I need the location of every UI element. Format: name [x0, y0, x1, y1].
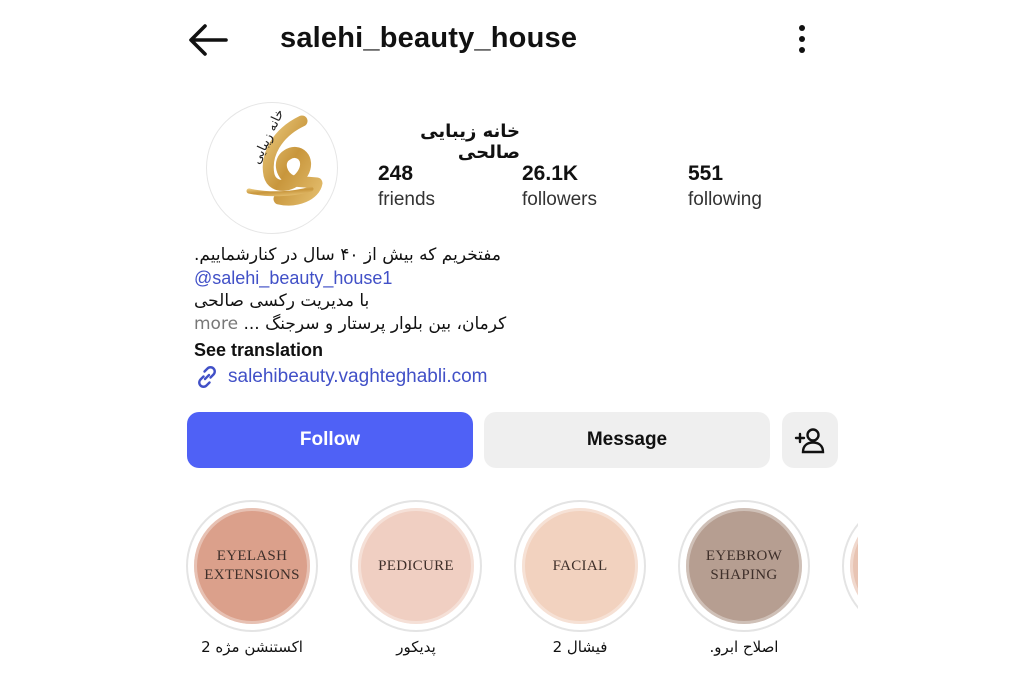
story-highlight-eyelash[interactable]: EYELASH EXTENSIONS اکستنشن مژه 2: [186, 500, 318, 656]
beauty-house-logo: خانه زیبایی: [246, 107, 323, 206]
highlight-label: اکستنشن مژه 2: [201, 638, 303, 656]
highlight-ring: EYEBROW SHAPING: [678, 500, 810, 632]
story-highlight-pedicure[interactable]: PEDICURE پدیکور: [350, 500, 482, 656]
stat-friends-value: 248: [378, 162, 414, 185]
see-translation-link[interactable]: See translation: [194, 340, 323, 361]
highlight-ring: PEDICURE: [350, 500, 482, 632]
stat-followers[interactable]: 26.1K followers: [522, 162, 597, 211]
highlight-cover: EYELASH EXTENSIONS: [194, 508, 310, 624]
highlight-ring: EYELASH EXTENSIONS: [186, 500, 318, 632]
highlight-cover-line-1: FACIAL: [552, 557, 608, 574]
highlight-cover: FACIAL: [522, 508, 638, 624]
highlight-cover-line-1: EYEBROW: [705, 548, 783, 564]
highlight-ring: FACIAL: [514, 500, 646, 632]
person-add-icon: [794, 428, 825, 454]
bio-line-1: مفتخریم که بیش از ۴۰ سال در کنارشماییم.: [194, 245, 502, 265]
arrow-left-icon: [189, 24, 228, 56]
highlight-label: فیشال 2: [552, 638, 608, 656]
follow-button[interactable]: Follow: [187, 412, 473, 468]
story-highlight-facial[interactable]: FACIAL فیشال 2: [514, 500, 646, 656]
highlight-label: پدیکور: [396, 638, 436, 656]
highlight-cover-line-1: PEDICURE: [378, 557, 454, 574]
profile-header: salehi_beauty_house: [0, 0, 1024, 80]
highlight-cover: PEDICURE: [358, 508, 474, 624]
stat-followers-label: followers: [522, 189, 597, 210]
highlight-label: اصلاح ابرو.: [709, 638, 779, 656]
message-button[interactable]: Message: [484, 412, 770, 468]
profile-bio: مفتخریم که بیش از ۴۰ سال در کنارشماییم. …: [194, 244, 534, 336]
profile-username: salehi_beauty_house: [280, 22, 578, 54]
bio-more-link[interactable]: more: [194, 314, 238, 334]
suggest-people-button[interactable]: [782, 412, 838, 468]
link-icon: [198, 366, 216, 388]
stat-following[interactable]: 551 following: [688, 162, 762, 211]
story-highlight-eyebrow[interactable]: EYEBROW SHAPING اصلاح ابرو.: [678, 500, 810, 656]
highlight-cover: [850, 508, 858, 624]
highlight-ring: [842, 500, 858, 632]
highlight-cover-line-1: EYELASH: [216, 548, 288, 564]
profile-avatar[interactable]: خانه زیبایی: [206, 102, 338, 234]
bio-line-3: با مدیریت رکسی صالحی: [194, 291, 370, 311]
highlight-cover-line-2: SHAPING: [710, 567, 778, 583]
bio-line-4: کرمان، بین بلوار پرستار و سرجنگ ... more: [194, 313, 534, 336]
back-button[interactable]: [186, 20, 230, 60]
story-highlight-partial[interactable]: [842, 500, 858, 632]
stat-following-label: following: [688, 189, 762, 210]
stat-followers-value: 26.1K: [522, 162, 579, 185]
more-options-button[interactable]: [788, 22, 816, 58]
stat-following-value: 551: [688, 162, 724, 185]
website-link[interactable]: salehibeauty.vaghteghabli.com: [194, 364, 488, 390]
bio-mention-link[interactable]: @salehi_beauty_house1: [194, 267, 534, 290]
bio-line-4-text: کرمان، بین بلوار پرستار و سرجنگ ...: [243, 314, 507, 334]
website-url: salehibeauty.vaghteghabli.com: [228, 366, 488, 387]
stat-friends[interactable]: 248 friends: [378, 162, 435, 211]
vertical-dots-icon: [799, 25, 805, 53]
highlight-cover: EYEBROW SHAPING: [686, 508, 802, 624]
highlight-cover-line-2: EXTENSIONS: [204, 567, 300, 583]
profile-full-name: خانه زیبایی صالحی: [420, 121, 520, 163]
stat-friends-label: friends: [378, 189, 436, 210]
